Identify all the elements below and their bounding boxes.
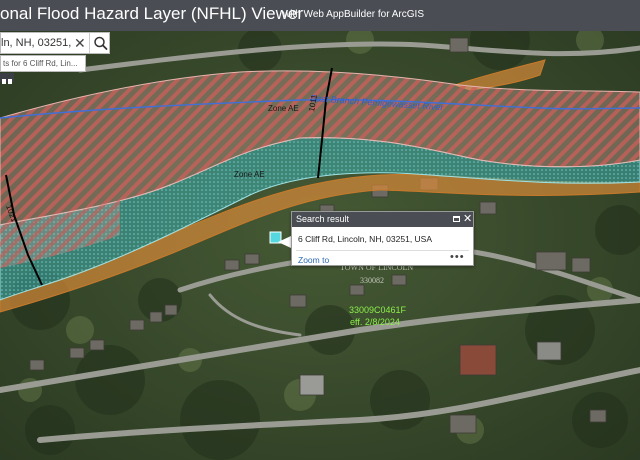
panel-number-label: 33009C0461F (349, 305, 407, 315)
search-icon (94, 36, 108, 50)
layers-icon (2, 79, 12, 84)
popup-divider (296, 250, 469, 251)
zone-label-ae-south: Zone AE (234, 170, 265, 179)
search-widget: ln, NH, 03251, U ✕ (0, 32, 110, 54)
clear-search-icon[interactable]: ✕ (74, 34, 88, 52)
layer-list-button[interactable] (0, 73, 14, 84)
app-title: onal Flood Hazard Layer (NFHL) Viewer (0, 4, 303, 23)
close-popup-icon[interactable]: ✕ (463, 212, 472, 227)
zone-label-ae-north: Zone AE (268, 104, 299, 113)
popup-title: Search result (296, 214, 350, 224)
zoom-to-link[interactable]: Zoom to (298, 255, 329, 265)
more-actions-icon[interactable]: ••• (450, 251, 465, 263)
maximize-icon[interactable] (453, 216, 460, 222)
popup-pointer (278, 236, 291, 248)
popup-address: 6 Cliff Rd, Lincoln, NH, 03251, USA (298, 234, 433, 244)
community-id-label: 330082 (360, 276, 384, 285)
app-subtitle: with Web AppBuilder for ArcGIS (283, 9, 424, 20)
search-input[interactable]: ln, NH, 03251, U (1, 37, 71, 49)
app-header: onal Flood Hazard Layer (NFHL) Viewer wi… (0, 0, 640, 31)
search-result-popup: Search result ✕ 6 Cliff Rd, Lincoln, NH,… (291, 211, 474, 266)
search-button[interactable] (89, 33, 111, 53)
popup-titlebar: Search result ✕ (292, 212, 473, 227)
effective-date-label: eff. 2/8/2024 (350, 317, 400, 327)
search-suggestion[interactable]: ts for 6 Cliff Rd, Lin... (0, 55, 86, 72)
